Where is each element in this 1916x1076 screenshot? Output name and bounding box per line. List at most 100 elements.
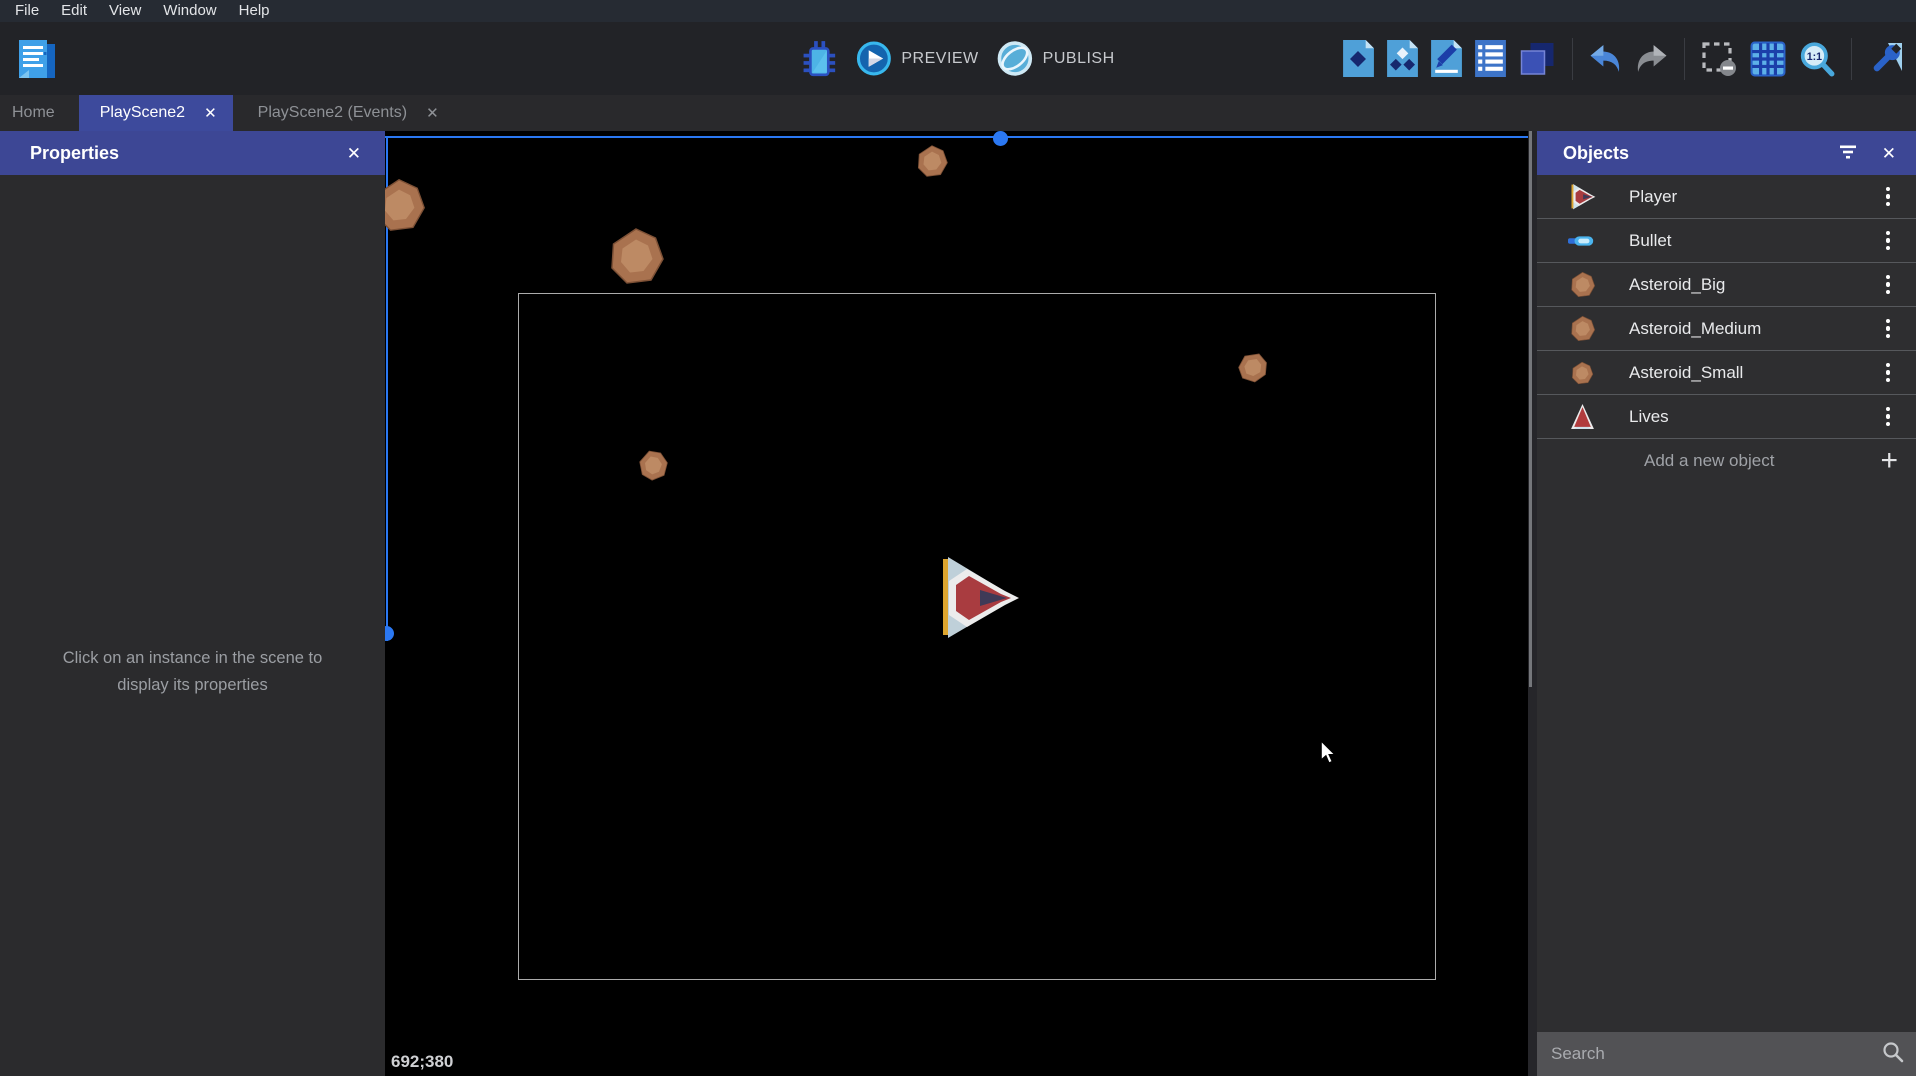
canvas-scrollbar-thumb[interactable]: [1529, 131, 1532, 687]
tab-playscene2[interactable]: PlayScene2 ✕: [79, 95, 233, 131]
objects-search-input[interactable]: [1537, 1044, 1882, 1064]
open-properties-panel-button[interactable]: [1429, 38, 1464, 79]
editor-settings-button[interactable]: [1866, 39, 1906, 79]
open-layers-panel-button[interactable]: [1473, 38, 1508, 79]
plus-icon: +: [1880, 446, 1898, 476]
object-menu-kebab-icon[interactable]: [1883, 404, 1894, 430]
toolbar-divider: [1851, 38, 1852, 80]
project-manager-icon: [14, 37, 60, 83]
scene-handle-top[interactable]: [993, 131, 1008, 146]
debugger-button[interactable]: [799, 37, 839, 81]
object-row-asteroid-small[interactable]: Asteroid_Small: [1537, 351, 1916, 395]
close-properties-icon[interactable]: ✕: [347, 145, 361, 162]
properties-panel-header: Properties ✕: [0, 131, 385, 175]
redo-icon: [1635, 44, 1668, 74]
publish-button[interactable]: PUBLISH: [995, 38, 1117, 79]
publish-label: PUBLISH: [1043, 50, 1115, 68]
asteroid-medium-instance[interactable]: [915, 144, 949, 178]
menu-help[interactable]: Help: [228, 0, 281, 22]
object-label: Asteroid_Small: [1629, 363, 1883, 383]
object-groups-icon: [1387, 40, 1418, 77]
tab-label: PlayScene2 (Events): [258, 104, 407, 122]
filter-icon: [1838, 144, 1858, 160]
gdevelop-window: File Edit View Window Help: [0, 0, 1916, 1076]
object-menu-kebab-icon[interactable]: [1883, 184, 1894, 210]
clear-selection-button[interactable]: [1699, 39, 1739, 79]
asteroid-medium-object-icon: [1567, 315, 1597, 342]
properties-empty-message: Click on an instance in the scene to dis…: [42, 645, 344, 699]
search-icon: [1882, 1041, 1904, 1068]
zoom-original-button[interactable]: 1:1: [1797, 39, 1837, 79]
menu-window[interactable]: Window: [152, 0, 227, 22]
object-label: Lives: [1629, 407, 1883, 427]
properties-title: Properties: [30, 143, 347, 164]
objects-title: Objects: [1563, 143, 1814, 164]
toggle-grid-button[interactable]: [1748, 39, 1788, 79]
redo-button[interactable]: [1633, 42, 1670, 76]
filter-objects-button[interactable]: [1838, 144, 1858, 163]
object-menu-kebab-icon[interactable]: [1883, 360, 1894, 386]
object-row-lives[interactable]: Lives: [1537, 395, 1916, 439]
object-label: Asteroid_Medium: [1629, 319, 1883, 339]
preview-button[interactable]: PREVIEW: [853, 38, 980, 79]
bullet-object-icon: [1567, 235, 1597, 247]
undo-button[interactable]: [1587, 42, 1624, 76]
objects-panel: Objects ✕: [1537, 131, 1916, 1076]
player-object-icon: [1567, 183, 1597, 210]
project-manager-button[interactable]: [12, 35, 62, 85]
tab-label: Home: [12, 104, 55, 122]
asteroid-small-object-icon: [1567, 361, 1597, 385]
open-objects-panel-button[interactable]: [1341, 38, 1376, 79]
object-menu-kebab-icon[interactable]: [1883, 316, 1894, 342]
asteroid-big-instance[interactable]: [606, 226, 666, 286]
object-menu-kebab-icon[interactable]: [1883, 272, 1894, 298]
object-menu-kebab-icon[interactable]: [1883, 228, 1894, 254]
close-objects-icon[interactable]: ✕: [1882, 145, 1896, 162]
canvas-scrollbar: [1528, 131, 1537, 1076]
main-area: Properties ✕ Click on an instance in the…: [0, 131, 1916, 1076]
asteroid-big-instance[interactable]: [385, 177, 427, 233]
object-row-bullet[interactable]: Bullet: [1537, 219, 1916, 263]
objects-panel-header: Objects ✕: [1537, 131, 1916, 175]
open-instances-panel-button[interactable]: [1517, 38, 1558, 80]
deselect-icon: [1701, 41, 1737, 77]
undo-icon: [1589, 44, 1622, 74]
mouse-cursor-icon: [1319, 740, 1337, 764]
menu-file[interactable]: File: [4, 0, 50, 22]
object-row-asteroid-medium[interactable]: Asteroid_Medium: [1537, 307, 1916, 351]
open-object-groups-button[interactable]: [1385, 38, 1420, 79]
menu-bar: File Edit View Window Help: [0, 0, 1916, 22]
play-icon: [855, 40, 892, 77]
cursor-coordinates: 692;380: [391, 1052, 453, 1072]
menu-edit[interactable]: Edit: [50, 0, 98, 22]
grid-icon: [1750, 41, 1786, 77]
object-row-asteroid-big[interactable]: Asteroid_Big: [1537, 263, 1916, 307]
close-tab-icon[interactable]: ✕: [204, 106, 217, 121]
object-row-player[interactable]: Player: [1537, 175, 1916, 219]
debug-bug-icon: [801, 39, 837, 79]
preview-label: PREVIEW: [901, 50, 978, 68]
instances-stack-icon: [1519, 40, 1556, 78]
properties-panel: Properties ✕ Click on an instance in the…: [0, 131, 385, 1076]
tab-home[interactable]: Home: [0, 95, 79, 131]
properties-body: Click on an instance in the scene to dis…: [0, 175, 385, 1076]
scene-canvas[interactable]: 692;380: [385, 131, 1528, 1076]
toolbar-divider: [1572, 38, 1573, 80]
objects-list-icon: [1343, 40, 1374, 77]
scene-border-top: [385, 136, 1528, 138]
tab-bar: Home PlayScene2 ✕ PlayScene2 (Events) ✕: [0, 95, 1916, 131]
close-tab-icon[interactable]: ✕: [426, 106, 439, 121]
objects-panel-spacer: [1537, 483, 1916, 1032]
add-new-object-button[interactable]: Add a new object +: [1537, 439, 1916, 483]
tab-playscene2-events[interactable]: PlayScene2 (Events) ✕: [233, 95, 457, 131]
objects-search-bar: [1537, 1032, 1916, 1076]
object-label: Asteroid_Big: [1629, 275, 1883, 295]
svg-text:1:1: 1:1: [1807, 51, 1822, 63]
publish-globe-icon: [997, 40, 1034, 77]
menu-view[interactable]: View: [98, 0, 152, 22]
zoom-1-1-icon: 1:1: [1799, 41, 1835, 77]
layers-list-icon: [1475, 40, 1506, 77]
player-ship-instance[interactable]: [936, 554, 1020, 640]
object-label: Player: [1629, 187, 1883, 207]
scene-handle-left[interactable]: [385, 626, 394, 641]
